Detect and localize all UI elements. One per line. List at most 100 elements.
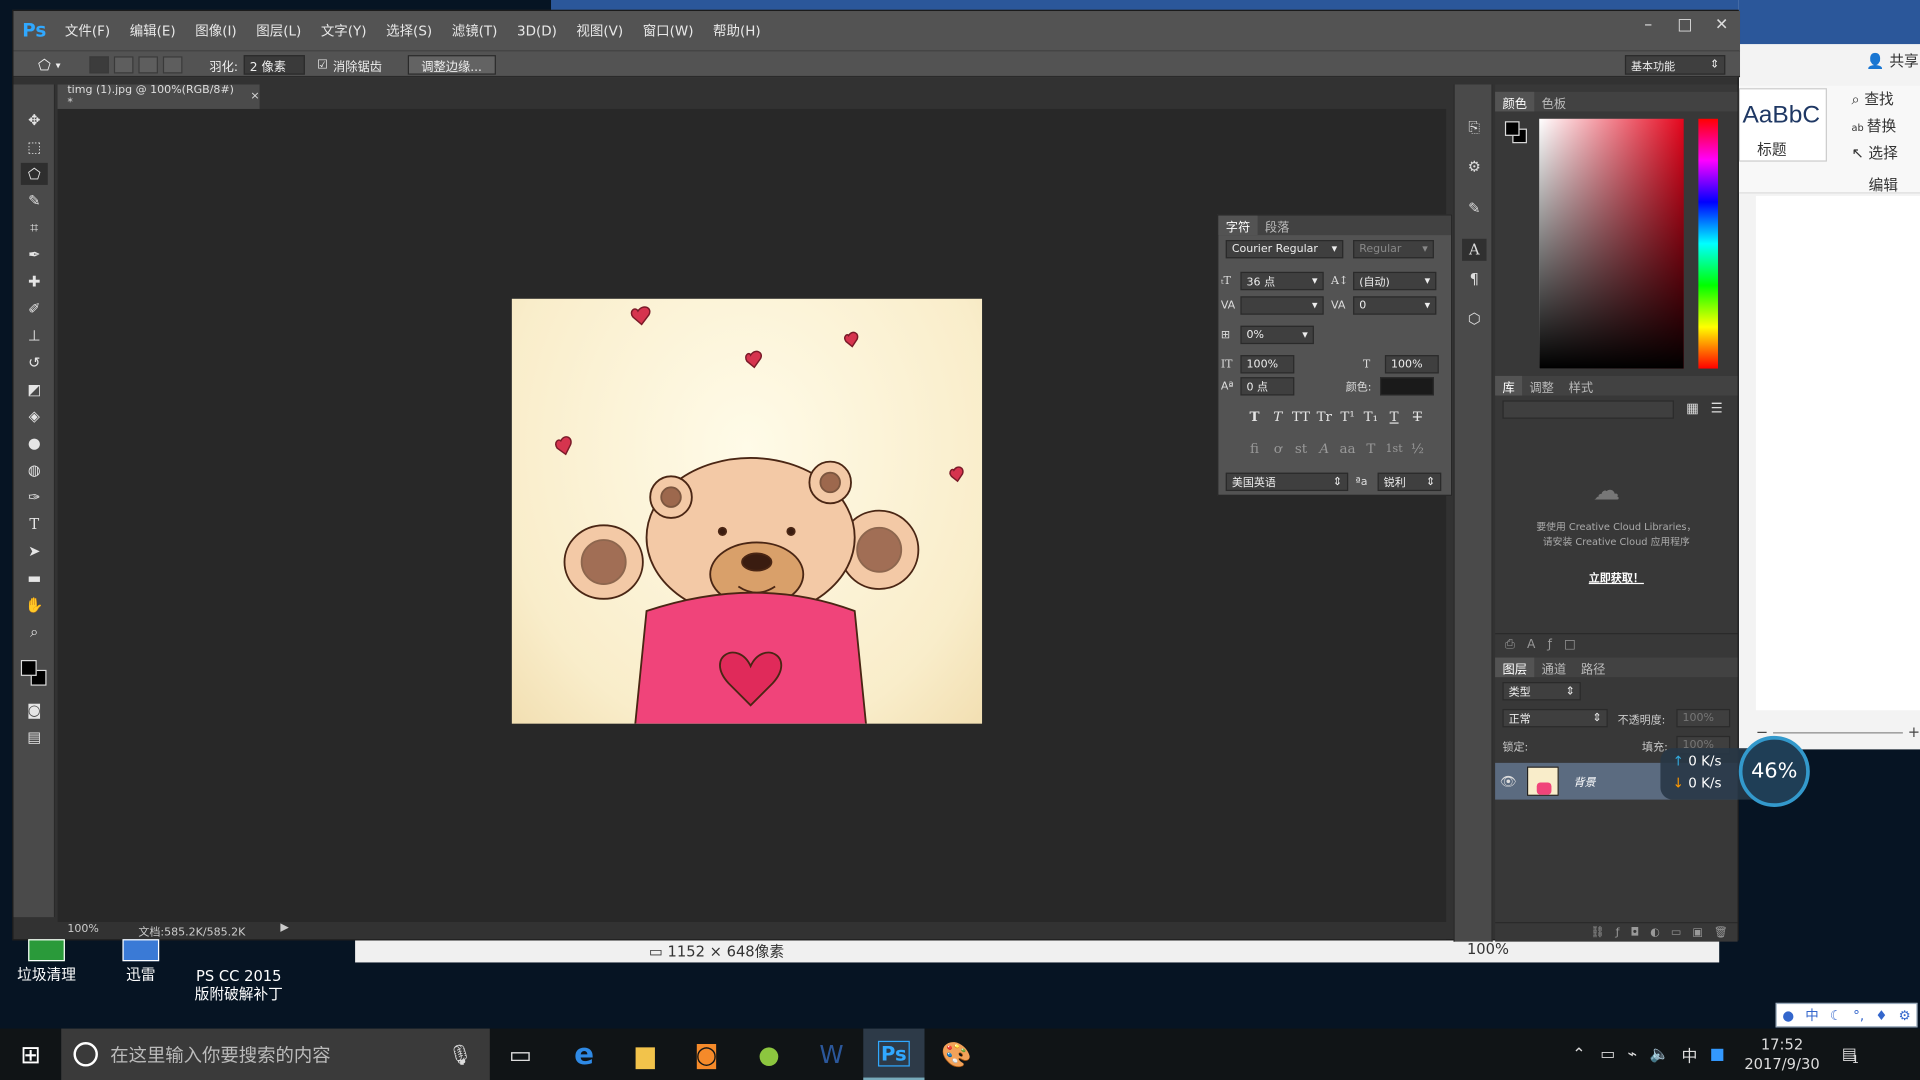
find-button[interactable]: ⌕ 查找 xyxy=(1851,88,1893,109)
quick-mask-icon[interactable]: ◙ xyxy=(21,699,48,721)
new-layer-icon[interactable]: ▣ xyxy=(1692,926,1702,938)
task-view-icon[interactable]: ▭ xyxy=(490,1029,551,1080)
leading-input[interactable]: (自动) ▾ xyxy=(1353,271,1437,291)
subscript-button[interactable]: T₁ xyxy=(1359,409,1382,425)
tab-swatches[interactable]: 色板 xyxy=(1534,92,1573,110)
eyedropper-tool-icon[interactable]: ✒ xyxy=(21,244,48,266)
history-panel-icon[interactable]: ⎘ xyxy=(1462,116,1486,138)
subtract-selection-icon[interactable] xyxy=(138,56,158,74)
brush-tool-icon[interactable]: ✐ xyxy=(21,298,48,320)
fg-color-chip[interactable] xyxy=(1504,121,1520,136)
blend-mode-select[interactable]: 正常 ⇕ xyxy=(1502,708,1608,728)
document-tab[interactable]: timg (1).jpg @ 100%(RGB/8#) * × xyxy=(57,84,260,109)
eye-icon[interactable]: 👁 xyxy=(1495,773,1522,789)
type-tool-icon[interactable]: T xyxy=(21,513,48,535)
word-taskbar-icon[interactable]: W xyxy=(801,1029,862,1080)
all-caps-button[interactable]: TT xyxy=(1289,409,1312,425)
menu-3d[interactable]: 3D(D) xyxy=(507,23,566,39)
menu-type[interactable]: 文字(Y) xyxy=(311,21,376,41)
maximize-button[interactable]: □ xyxy=(1667,11,1704,38)
color-chip-icon[interactable]: □ xyxy=(1564,638,1576,651)
adjustment-icon[interactable]: ◐ xyxy=(1650,926,1660,938)
color-field[interactable] xyxy=(1539,118,1684,369)
stylistic-alternates-button[interactable]: aa xyxy=(1336,441,1359,457)
tab-channels[interactable]: 通道 xyxy=(1534,658,1573,676)
font-style-select[interactable]: Regular ▾ xyxy=(1353,240,1434,259)
zoom-tool-icon[interactable]: ⌕ xyxy=(21,621,48,643)
new-selection-icon[interactable] xyxy=(89,56,109,74)
old-style-button[interactable]: ơ xyxy=(1266,441,1289,457)
replace-button[interactable]: ab 替换 xyxy=(1851,115,1896,136)
baseline-shift-input[interactable]: 0 点 xyxy=(1240,377,1295,396)
menu-window[interactable]: 窗口(W) xyxy=(633,21,703,41)
paint-bucket-tool-icon[interactable]: ◈ xyxy=(21,405,48,427)
brush-panel-icon[interactable]: ✎ xyxy=(1462,197,1486,219)
kerning-input[interactable]: ▾ xyxy=(1240,296,1324,315)
tray-app-icon[interactable]: ■ xyxy=(1710,1045,1725,1063)
3d-panel-icon[interactable]: ⬡ xyxy=(1462,307,1486,329)
trash-icon[interactable]: 🗑 xyxy=(1714,926,1728,938)
start-button[interactable]: ⊞ xyxy=(0,1029,61,1080)
eraser-tool-icon[interactable]: ◩ xyxy=(21,378,48,400)
font-size-input[interactable]: 36 点 ▾ xyxy=(1240,271,1324,291)
paragraph-panel-icon[interactable]: ¶ xyxy=(1462,268,1486,290)
character-panel-icon[interactable]: A xyxy=(1462,238,1487,261)
memory-percent-circle[interactable]: 46% xyxy=(1738,735,1810,807)
hand-tool-icon[interactable]: ✋ xyxy=(21,594,48,616)
tab-styles[interactable]: 样式 xyxy=(1561,377,1600,394)
antialias-select[interactable]: 锐利 ⇕ xyxy=(1377,472,1442,492)
library-select[interactable] xyxy=(1502,400,1674,419)
desktop-icon-cleanup[interactable]: 垃圾清理 xyxy=(0,934,96,984)
underline-button[interactable]: T xyxy=(1382,409,1405,425)
menu-filter[interactable]: 滤镜(T) xyxy=(442,21,507,41)
install-link[interactable]: 立即获取！ xyxy=(1495,569,1737,585)
app-orange-icon[interactable]: ◙ xyxy=(676,1029,737,1080)
ordinals-button[interactable]: 1st xyxy=(1382,443,1405,455)
tab-libraries[interactable]: 库 xyxy=(1495,375,1523,396)
horizontal-scale-input[interactable]: 100% xyxy=(1384,355,1439,374)
layer-filter-select[interactable]: 类型 ⇕ xyxy=(1502,682,1581,701)
superscript-button[interactable]: T¹ xyxy=(1336,409,1359,425)
tab-paths[interactable]: 路径 xyxy=(1573,658,1612,676)
ligatures-button[interactable]: ﬁ xyxy=(1243,441,1266,457)
close-tab-icon[interactable]: × xyxy=(250,91,259,103)
tab-character[interactable]: 字符 xyxy=(1218,215,1258,236)
zoom-in-icon[interactable]: + xyxy=(1908,724,1920,741)
faux-bold-button[interactable]: T xyxy=(1243,409,1266,425)
menu-file[interactable]: 文件(F) xyxy=(55,21,120,41)
menu-layer[interactable]: 图层(L) xyxy=(246,21,311,41)
menu-view[interactable]: 视图(V) xyxy=(567,21,633,41)
healing-tool-icon[interactable]: ✚ xyxy=(21,271,48,293)
battery-icon[interactable]: ▭ xyxy=(1600,1045,1615,1063)
small-caps-button[interactable]: Tr xyxy=(1313,409,1336,425)
text-color-swatch[interactable] xyxy=(1380,377,1434,396)
add-selection-icon[interactable] xyxy=(113,56,134,74)
marquee-tool-icon[interactable]: ⬚ xyxy=(21,136,48,158)
screen-mode-icon[interactable]: ▤ xyxy=(21,726,48,748)
properties-panel-icon[interactable]: ⚙ xyxy=(1462,156,1486,178)
stamp-icon[interactable]: ⎙ xyxy=(1505,638,1515,651)
font-family-select[interactable]: Courier Regular ▾ xyxy=(1225,240,1344,259)
clock[interactable]: 17:52 2017/9/30 xyxy=(1744,1035,1819,1074)
blur-tool-icon[interactable]: ● xyxy=(21,432,48,454)
ime-logo-icon[interactable]: ● xyxy=(1782,1007,1794,1023)
vertical-scale-input[interactable]: 100% xyxy=(1240,355,1295,374)
folder-icon[interactable]: ▭ xyxy=(1671,926,1681,938)
swash-button[interactable]: A xyxy=(1313,441,1336,457)
volume-icon[interactable]: 🔈 xyxy=(1649,1045,1669,1063)
tsume-input[interactable]: 0% ▾ xyxy=(1240,325,1314,345)
mask-icon[interactable]: ◘ xyxy=(1630,926,1639,938)
strikethrough-button[interactable]: T xyxy=(1406,409,1429,425)
crop-tool-icon[interactable]: ⌗ xyxy=(21,217,48,239)
paint-taskbar-icon[interactable]: 🎨 xyxy=(926,1029,987,1080)
titling-button[interactable]: T xyxy=(1359,441,1382,457)
settings-icon[interactable]: ⚙ xyxy=(1899,1007,1911,1023)
path-select-tool-icon[interactable]: ➤ xyxy=(21,540,48,562)
ime-toolbar[interactable]: ● 中 ☾ °, ♦ ⚙ xyxy=(1775,1002,1918,1028)
stamp-tool-icon[interactable]: ⊥ xyxy=(21,324,48,346)
tab-adjustments[interactable]: 调整 xyxy=(1522,377,1561,394)
quick-select-tool-icon[interactable]: ✎ xyxy=(21,190,48,212)
menu-image[interactable]: 图像(I) xyxy=(185,21,246,41)
microphone-icon[interactable]: 🎙 xyxy=(448,1043,473,1066)
menu-edit[interactable]: 编辑(E) xyxy=(120,21,186,41)
